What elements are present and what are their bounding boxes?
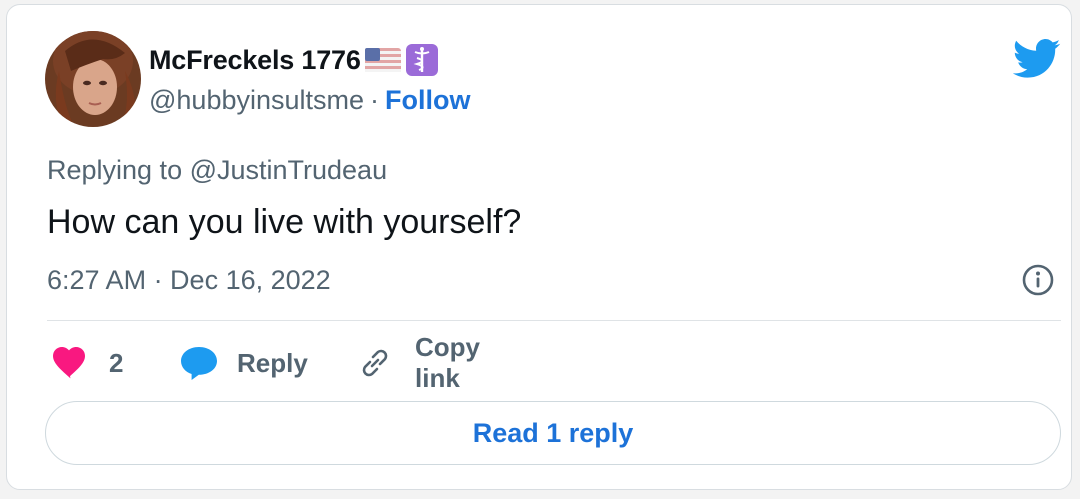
- separator-dot: ·: [370, 85, 380, 115]
- info-icon[interactable]: [1021, 263, 1055, 297]
- tweet-timestamp[interactable]: 6:27 AM · Dec 16, 2022: [47, 265, 331, 296]
- read-replies-button[interactable]: Read 1 reply: [45, 401, 1061, 465]
- copy-link-label: Copy link: [415, 332, 480, 393]
- divider: [47, 320, 1061, 321]
- reply-button[interactable]: Reply: [179, 341, 308, 385]
- author-name-row: McFreckels 1776: [149, 43, 439, 77]
- display-name[interactable]: McFreckels 1776: [149, 45, 361, 76]
- avatar[interactable]: [45, 31, 141, 127]
- replying-to: Replying to @JustinTrudeau: [47, 155, 388, 185]
- us-flag-icon: [364, 48, 401, 72]
- copy-link-button[interactable]: Copy link: [357, 332, 480, 393]
- tweet-text: How can you live with yourself?: [47, 203, 522, 241]
- link-icon: [357, 345, 393, 381]
- like-button[interactable]: 2: [51, 341, 123, 385]
- author-handle[interactable]: @hubbyinsultsme: [149, 85, 364, 116]
- author-handle-row: @hubbyinsultsme · Follow: [149, 85, 471, 116]
- heart-icon: [51, 347, 87, 379]
- reply-label: Reply: [237, 347, 308, 378]
- like-count: 2: [109, 347, 124, 378]
- follow-button[interactable]: Follow: [385, 85, 470, 116]
- caduceus-icon: [405, 43, 439, 77]
- tweet-card: McFreckels 1776 @hubbyinsultsme · Follow…: [6, 4, 1072, 490]
- twitter-bird-icon[interactable]: [1012, 39, 1061, 79]
- speech-bubble-icon: [179, 345, 219, 381]
